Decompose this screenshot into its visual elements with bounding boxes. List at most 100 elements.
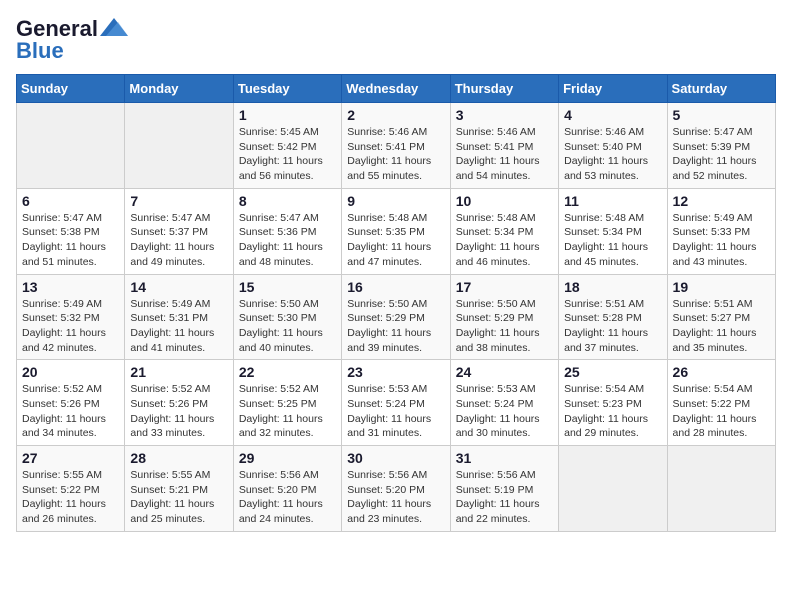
day-detail: Sunrise: 5:46 AMSunset: 5:41 PMDaylight:… — [347, 125, 444, 184]
calendar-week-3: 13 Sunrise: 5:49 AMSunset: 5:32 PMDayligh… — [17, 274, 776, 360]
calendar-cell: 5Sunrise: 5:47 AMSunset: 5:39 PMDaylight… — [667, 103, 775, 189]
day-number: 23 — [347, 364, 444, 380]
calendar-week-4: 20 Sunrise: 5:52 AMSunset: 5:26 PMDayligh… — [17, 360, 776, 446]
day-detail: Sunrise: 5:52 AMSunset: 5:26 PMDaylight:… — [130, 382, 227, 441]
day-number: 25 — [564, 364, 661, 380]
page-header: General Blue — [16, 16, 776, 64]
calendar-cell: 10 Sunrise: 5:48 AMSunset: 5:34 PMDayligh… — [450, 188, 558, 274]
calendar-cell: 19 Sunrise: 5:51 AMSunset: 5:27 PMDayligh… — [667, 274, 775, 360]
calendar-cell — [125, 103, 233, 189]
day-number: 19 — [673, 279, 770, 295]
day-detail: Sunrise: 5:48 AMSunset: 5:34 PMDaylight:… — [456, 211, 553, 270]
calendar-cell: 26 Sunrise: 5:54 AMSunset: 5:22 PMDayligh… — [667, 360, 775, 446]
day-number: 9 — [347, 193, 444, 209]
day-number: 13 — [22, 279, 119, 295]
day-detail: Sunrise: 5:48 AMSunset: 5:35 PMDaylight:… — [347, 211, 444, 270]
weekday-header-friday: Friday — [559, 75, 667, 103]
calendar-cell: 25 Sunrise: 5:54 AMSunset: 5:23 PMDayligh… — [559, 360, 667, 446]
day-detail: Sunrise: 5:53 AMSunset: 5:24 PMDaylight:… — [456, 382, 553, 441]
day-number: 15 — [239, 279, 336, 295]
day-number: 28 — [130, 450, 227, 466]
day-detail: Sunrise: 5:52 AMSunset: 5:26 PMDaylight:… — [22, 382, 119, 441]
day-detail: Sunrise: 5:54 AMSunset: 5:22 PMDaylight:… — [673, 382, 770, 441]
calendar-cell — [667, 446, 775, 532]
calendar-cell: 24 Sunrise: 5:53 AMSunset: 5:24 PMDayligh… — [450, 360, 558, 446]
calendar-cell: 1 Sunrise: 5:45 AMSunset: 5:42 PMDaylight… — [233, 103, 341, 189]
day-detail: Sunrise: 5:47 AMSunset: 5:39 PMDaylight:… — [673, 125, 770, 184]
day-number: 12 — [673, 193, 770, 209]
day-detail: Sunrise: 5:48 AMSunset: 5:34 PMDaylight:… — [564, 211, 661, 270]
day-detail: Sunrise: 5:52 AMSunset: 5:25 PMDaylight:… — [239, 382, 336, 441]
day-number: 20 — [22, 364, 119, 380]
day-number: 30 — [347, 450, 444, 466]
day-detail: Sunrise: 5:56 AMSunset: 5:19 PMDaylight:… — [456, 468, 553, 527]
weekday-header-sunday: Sunday — [17, 75, 125, 103]
calendar-cell: 28 Sunrise: 5:55 AMSunset: 5:21 PMDayligh… — [125, 446, 233, 532]
calendar-cell: 13 Sunrise: 5:49 AMSunset: 5:32 PMDayligh… — [17, 274, 125, 360]
calendar-week-1: 1 Sunrise: 5:45 AMSunset: 5:42 PMDaylight… — [17, 103, 776, 189]
day-detail: Sunrise: 5:49 AMSunset: 5:33 PMDaylight:… — [673, 211, 770, 270]
day-number: 7 — [130, 193, 227, 209]
day-detail: Sunrise: 5:53 AMSunset: 5:24 PMDaylight:… — [347, 382, 444, 441]
day-number: 18 — [564, 279, 661, 295]
day-number: 16 — [347, 279, 444, 295]
weekday-header-saturday: Saturday — [667, 75, 775, 103]
day-number: 26 — [673, 364, 770, 380]
calendar-cell: 22Sunrise: 5:52 AMSunset: 5:25 PMDayligh… — [233, 360, 341, 446]
day-number: 21 — [130, 364, 227, 380]
day-number: 14 — [130, 279, 227, 295]
day-detail: Sunrise: 5:55 AMSunset: 5:22 PMDaylight:… — [22, 468, 119, 527]
logo-icon — [100, 18, 128, 36]
weekday-header-monday: Monday — [125, 75, 233, 103]
calendar-cell: 14 Sunrise: 5:49 AMSunset: 5:31 PMDayligh… — [125, 274, 233, 360]
day-detail: Sunrise: 5:46 AMSunset: 5:40 PMDaylight:… — [564, 125, 661, 184]
day-number: 1 — [239, 107, 336, 123]
calendar-week-5: 27Sunrise: 5:55 AMSunset: 5:22 PMDayligh… — [17, 446, 776, 532]
day-detail: Sunrise: 5:50 AMSunset: 5:29 PMDaylight:… — [456, 297, 553, 356]
calendar-cell: 27Sunrise: 5:55 AMSunset: 5:22 PMDayligh… — [17, 446, 125, 532]
day-number: 10 — [456, 193, 553, 209]
day-detail: Sunrise: 5:47 AMSunset: 5:37 PMDaylight:… — [130, 211, 227, 270]
calendar-header-row: SundayMondayTuesdayWednesdayThursdayFrid… — [17, 75, 776, 103]
day-number: 29 — [239, 450, 336, 466]
calendar-cell: 30 Sunrise: 5:56 AMSunset: 5:20 PMDayligh… — [342, 446, 450, 532]
day-number: 4 — [564, 107, 661, 123]
calendar-cell: 8 Sunrise: 5:47 AMSunset: 5:36 PMDaylight… — [233, 188, 341, 274]
calendar-cell: 11 Sunrise: 5:48 AMSunset: 5:34 PMDayligh… — [559, 188, 667, 274]
calendar-cell: 16 Sunrise: 5:50 AMSunset: 5:29 PMDayligh… — [342, 274, 450, 360]
day-number: 17 — [456, 279, 553, 295]
calendar-cell: 12 Sunrise: 5:49 AMSunset: 5:33 PMDayligh… — [667, 188, 775, 274]
day-detail: Sunrise: 5:50 AMSunset: 5:29 PMDaylight:… — [347, 297, 444, 356]
calendar-cell: 15Sunrise: 5:50 AMSunset: 5:30 PMDayligh… — [233, 274, 341, 360]
calendar-cell: 3Sunrise: 5:46 AMSunset: 5:41 PMDaylight… — [450, 103, 558, 189]
calendar-cell: 2 Sunrise: 5:46 AMSunset: 5:41 PMDaylight… — [342, 103, 450, 189]
weekday-header-wednesday: Wednesday — [342, 75, 450, 103]
day-detail: Sunrise: 5:46 AMSunset: 5:41 PMDaylight:… — [456, 125, 553, 184]
day-detail: Sunrise: 5:54 AMSunset: 5:23 PMDaylight:… — [564, 382, 661, 441]
calendar-cell: 31 Sunrise: 5:56 AMSunset: 5:19 PMDayligh… — [450, 446, 558, 532]
day-detail: Sunrise: 5:56 AMSunset: 5:20 PMDaylight:… — [347, 468, 444, 527]
day-detail: Sunrise: 5:49 AMSunset: 5:32 PMDaylight:… — [22, 297, 119, 356]
calendar-cell — [17, 103, 125, 189]
day-number: 31 — [456, 450, 553, 466]
day-number: 24 — [456, 364, 553, 380]
day-detail: Sunrise: 5:55 AMSunset: 5:21 PMDaylight:… — [130, 468, 227, 527]
day-detail: Sunrise: 5:47 AMSunset: 5:36 PMDaylight:… — [239, 211, 336, 270]
calendar-cell: 29 Sunrise: 5:56 AMSunset: 5:20 PMDayligh… — [233, 446, 341, 532]
day-detail: Sunrise: 5:56 AMSunset: 5:20 PMDaylight:… — [239, 468, 336, 527]
day-detail: Sunrise: 5:51 AMSunset: 5:27 PMDaylight:… — [673, 297, 770, 356]
day-detail: Sunrise: 5:51 AMSunset: 5:28 PMDaylight:… — [564, 297, 661, 356]
logo-blue: Blue — [16, 38, 64, 64]
weekday-header-thursday: Thursday — [450, 75, 558, 103]
calendar-table: SundayMondayTuesdayWednesdayThursdayFrid… — [16, 74, 776, 532]
day-number: 8 — [239, 193, 336, 209]
calendar-cell: 7 Sunrise: 5:47 AMSunset: 5:37 PMDaylight… — [125, 188, 233, 274]
calendar-week-2: 6Sunrise: 5:47 AMSunset: 5:38 PMDaylight… — [17, 188, 776, 274]
day-detail: Sunrise: 5:49 AMSunset: 5:31 PMDaylight:… — [130, 297, 227, 356]
day-number: 2 — [347, 107, 444, 123]
calendar-cell: 9 Sunrise: 5:48 AMSunset: 5:35 PMDaylight… — [342, 188, 450, 274]
calendar-cell: 21 Sunrise: 5:52 AMSunset: 5:26 PMDayligh… — [125, 360, 233, 446]
day-detail: Sunrise: 5:45 AMSunset: 5:42 PMDaylight:… — [239, 125, 336, 184]
day-number: 11 — [564, 193, 661, 209]
calendar-cell: 20 Sunrise: 5:52 AMSunset: 5:26 PMDayligh… — [17, 360, 125, 446]
